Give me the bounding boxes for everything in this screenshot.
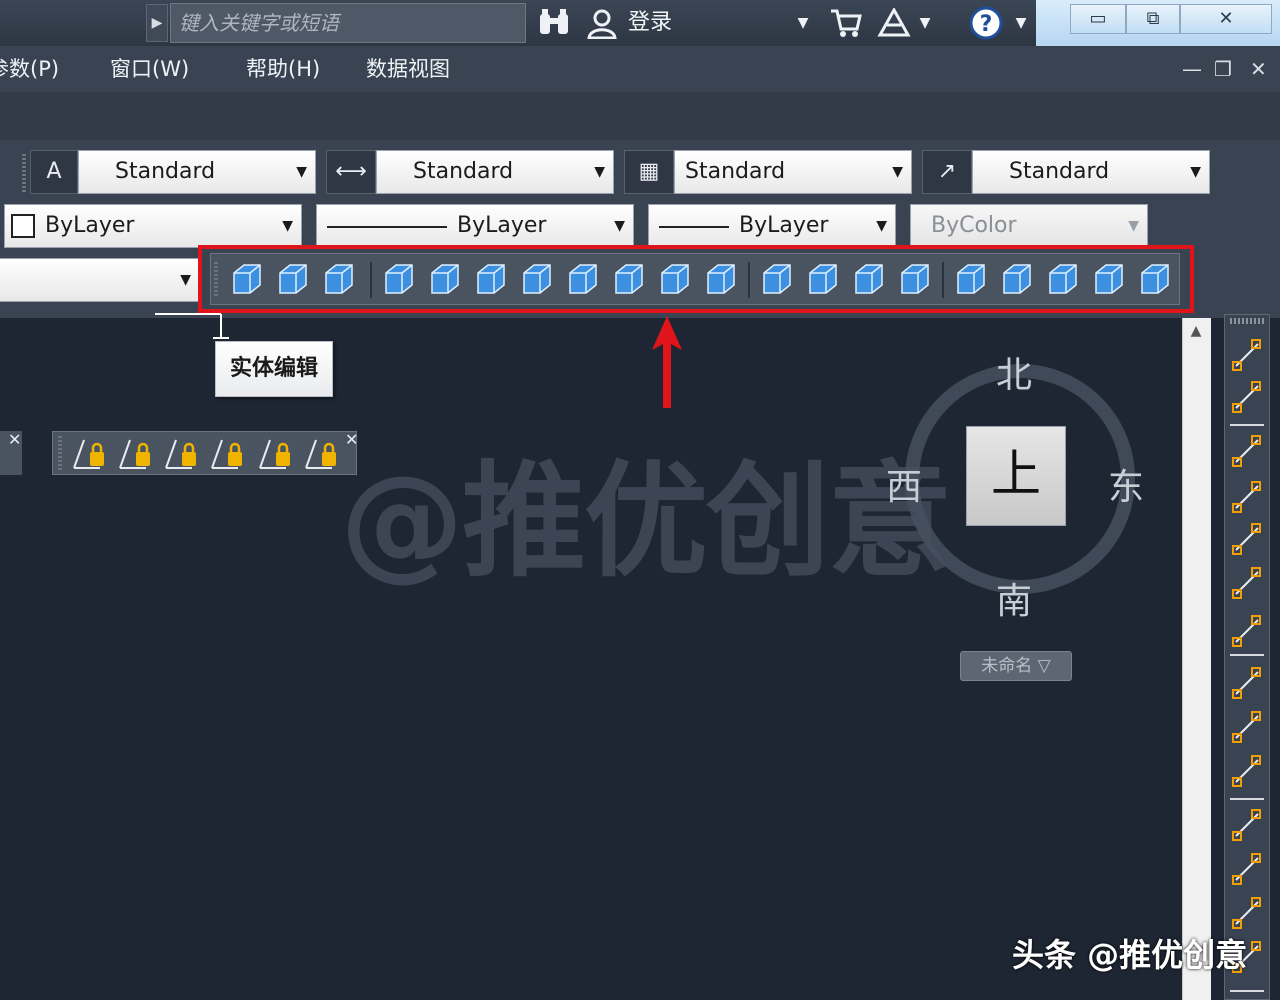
chevron-down-icon[interactable]: ▼ [794,0,812,46]
dim-style-icon[interactable]: ⟷ [326,150,376,194]
color-select[interactable]: ByLayer ▼ [4,204,302,248]
tooltip: 实体编辑 [215,341,333,397]
toolbar-separator [1230,424,1264,426]
snap-quadrant-icon[interactable] [1230,710,1264,744]
lineweight-preview [659,226,729,228]
chevron-down-icon[interactable]: ▼ [1012,0,1030,46]
horizontal-constraint-lock-icon[interactable] [116,434,156,472]
chevron-down-icon: ▼ [296,164,307,180]
text-style-icon[interactable]: A [30,150,78,194]
highlight-box [198,245,1194,313]
footer-watermark: 头条 @推优创意 [1012,936,1248,974]
exchange-icon[interactable] [874,0,914,46]
menu-item-parameters[interactable]: 参数(P) [0,46,59,92]
menu-bar [0,46,1280,93]
compass-south[interactable]: 南 [996,572,1032,624]
toolbar-grip[interactable] [1230,318,1264,324]
wcs-menu[interactable]: 未命名 ▽ [960,651,1072,681]
snap-extension-icon[interactable] [1230,614,1264,648]
ribbon-band [0,92,1280,140]
compass-east[interactable]: 东 [1108,458,1144,510]
vertical-constraint-lock-icon[interactable] [162,434,202,472]
lineweight-select[interactable]: ByLayer ▼ [648,204,896,248]
toolbar-separator [1230,654,1264,656]
snap-endpoint-icon[interactable] [1230,434,1264,468]
help-icon[interactable]: ? [966,0,1006,46]
snap-intersection-icon[interactable] [1230,522,1264,556]
chevron-down-icon: ▼ [180,272,191,288]
toolbar-separator [1230,798,1264,800]
doc-close-button[interactable]: ✕ [1250,46,1267,92]
doc-minimize-button[interactable]: — [1182,46,1202,92]
plotstyle-select[interactable]: ByColor ▼ [910,204,1148,248]
menu-item-help[interactable]: 帮助(H) [246,46,320,92]
compass-west[interactable]: 西 [886,458,922,510]
chevron-down-icon: ▼ [876,218,887,234]
snap-midpoint-icon[interactable] [1230,480,1264,514]
chevron-down-icon: ▼ [614,218,625,234]
mleader-style-select[interactable]: Standard ▼ [972,150,1210,194]
snap-from-icon[interactable] [1230,380,1264,414]
table-style-select[interactable]: Standard ▼ [674,150,912,194]
snap-perpendicular-icon[interactable] [1230,808,1264,842]
scroll-up-icon[interactable]: ▲ [1182,318,1210,344]
snap-center-icon[interactable] [1230,666,1264,700]
angle-lock-icon[interactable] [208,434,248,472]
chevron-down-icon: ▼ [594,164,605,180]
chevron-down-icon: ▼ [1128,218,1139,234]
search-input[interactable]: 键入关键字或短语 [170,3,526,43]
color-swatch [11,214,35,238]
angular-constraint-lock-icon[interactable] [70,434,110,472]
snap-insert-icon[interactable] [1230,896,1264,930]
chevron-down-icon: ▼ [1190,164,1201,180]
close-button[interactable]: ✕ [1180,4,1272,34]
diameter-lock-icon[interactable] [302,434,342,472]
chevron-down-icon: ▼ [282,218,293,234]
red-arrow-annotation [652,316,682,408]
snap-temporary-icon[interactable] [1230,338,1264,372]
compass-north[interactable]: 北 [996,346,1032,398]
viewcube-face-label: 上 [991,445,1041,503]
snap-tangent-icon[interactable] [1230,754,1264,788]
doc-restore-button[interactable]: ❐ [1214,46,1232,92]
watermark: @推优创意 [340,450,952,594]
linetype-preview [327,226,447,228]
table-style-icon[interactable]: ▦ [624,150,674,194]
close-icon[interactable]: ✕ [8,430,21,449]
snap-parallel-icon[interactable] [1230,852,1264,886]
snap-apparent-intersection-icon[interactable] [1230,566,1264,600]
text-style-select[interactable]: Standard ▼ [78,150,316,194]
layer-select[interactable]: ▼ [0,258,200,302]
user-icon[interactable] [584,0,620,46]
minimize-button[interactable]: ▭ [1070,4,1126,34]
tooltip-pointer [155,313,229,339]
mleader-style-icon[interactable]: ↗ [922,150,972,194]
svg-text:?: ? [980,12,993,37]
menu-item-data-view[interactable]: 数据视图 [366,46,450,92]
vertical-scrollbar[interactable] [1182,318,1211,1000]
chevron-down-icon: ▼ [892,164,903,180]
radius-lock-icon[interactable] [256,434,296,472]
search-arrow-icon[interactable]: ▶ [146,4,168,42]
dim-style-select[interactable]: Standard ▼ [376,150,614,194]
toolbar-separator [1230,990,1264,992]
linetype-select[interactable]: ByLayer ▼ [316,204,634,248]
login-label[interactable]: 登录 [628,0,672,46]
menu-item-window[interactable]: 窗口(W) [110,46,189,92]
toolbar-grip[interactable] [22,154,26,194]
toolbar-grip[interactable] [58,436,62,470]
binoculars-icon[interactable] [534,0,574,46]
cart-icon[interactable] [826,0,866,46]
chevron-down-icon[interactable]: ▼ [916,0,934,46]
restore-button[interactable]: ⧉ [1126,4,1180,34]
